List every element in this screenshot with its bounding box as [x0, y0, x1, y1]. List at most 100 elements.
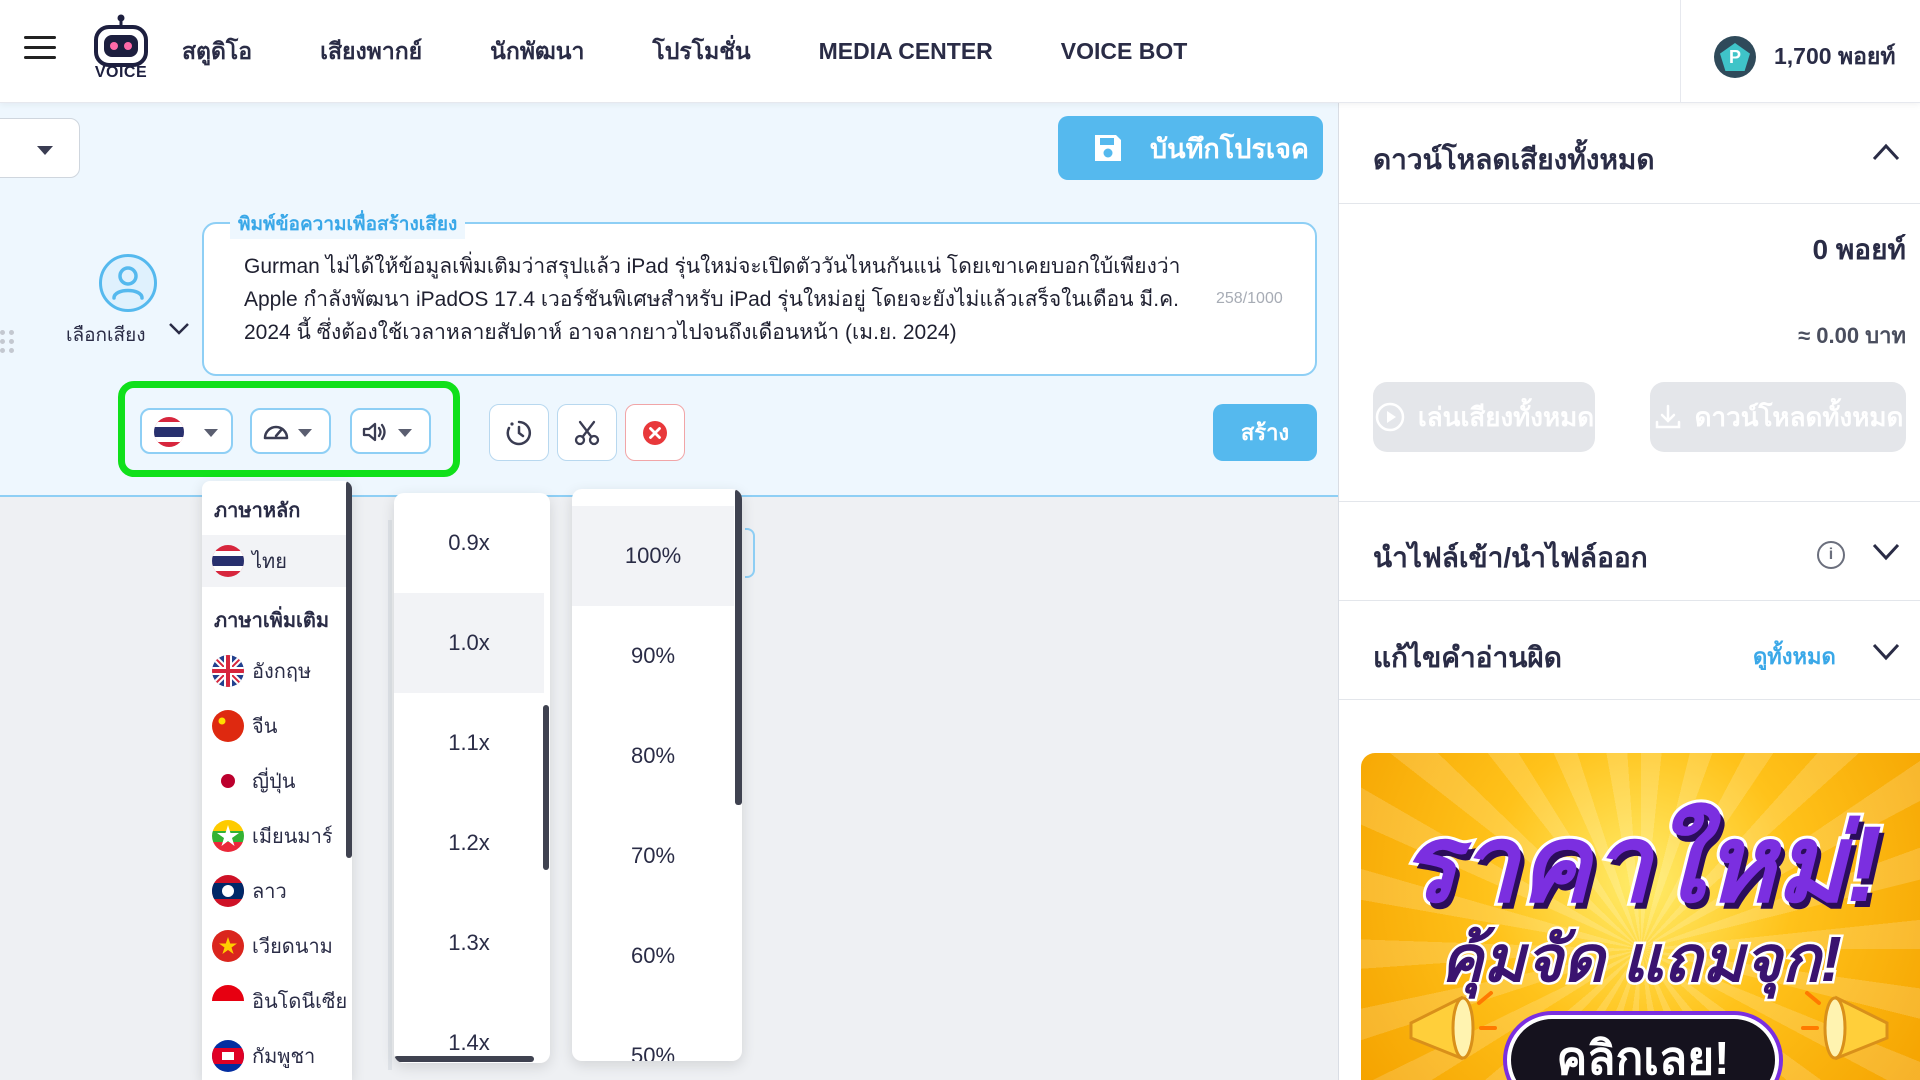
speed-option[interactable]: 1.4x: [394, 993, 544, 1063]
volume-option-selected[interactable]: 100%: [572, 506, 734, 606]
volume-option[interactable]: 90%: [572, 606, 734, 706]
myanmar-flag-icon: [212, 820, 244, 852]
speed-option[interactable]: 1.2x: [394, 793, 544, 893]
text-input-legend: พิมพ์ข้อความเพื่อสร้างเสียง: [230, 209, 466, 239]
download-all-button[interactable]: ดาวน์โหลดทั้งหมด: [1650, 382, 1906, 452]
caret-down-icon: [398, 429, 412, 437]
language-option-chinese[interactable]: จีน: [202, 700, 346, 752]
language-option-label: อินโดนีเซีย: [252, 991, 348, 1013]
nav-item-voice-bot[interactable]: VOICE BOT: [1061, 38, 1188, 65]
language-option-label: ลาว: [252, 881, 287, 903]
user-avatar-icon: [98, 254, 157, 312]
volume-option[interactable]: 50%: [572, 1006, 734, 1061]
language-option-indonesian[interactable]: อินโดนีเซีย: [202, 975, 348, 1027]
import-export-title[interactable]: นำไฟล์เข้า/นำไฟล์ออก: [1373, 536, 1648, 580]
character-count: 258/1000: [1216, 290, 1283, 307]
split-scissors-button[interactable]: [557, 404, 617, 461]
speed-option[interactable]: 0.9x: [394, 493, 544, 593]
primary-language-header: ภาษาหลัก: [214, 500, 301, 522]
volume-dropdown[interactable]: 100% 90% 80% 70% 60% 50%: [572, 489, 742, 1061]
language-option-japanese[interactable]: ญี่ปุ่น: [202, 755, 346, 807]
chevron-down-icon[interactable]: [1872, 543, 1900, 561]
speed-dropdown[interactable]: 0.9x 1.0x 1.1x 1.2x 1.3x 1.4x: [394, 493, 550, 1063]
view-all-link[interactable]: ดูทั้งหมด: [1753, 639, 1836, 674]
language-dropdown[interactable]: ภาษาหลัก ไทย ภาษาเพิ่มเติม อังกฤษ จีน ญี…: [202, 481, 352, 1080]
logo-text: VOICE: [94, 64, 148, 81]
banner-cta-button[interactable]: คลิกเลย!: [1507, 1015, 1779, 1080]
play-all-button[interactable]: เล่นเสียงทั้งหมด: [1373, 382, 1595, 452]
china-flag-icon: [212, 710, 244, 742]
language-option-label: อังกฤษ: [252, 661, 312, 683]
delete-block-button[interactable]: [625, 404, 685, 461]
save-project-button[interactable]: บันทึกโปรเจค: [1058, 116, 1323, 180]
divider: [1339, 600, 1920, 601]
language-option-label: กัมพูชา: [252, 1046, 316, 1068]
language-option-english[interactable]: อังกฤษ: [202, 645, 346, 697]
pause-timer-button[interactable]: [489, 404, 549, 461]
volume-option[interactable]: 70%: [572, 806, 734, 906]
text-input-content[interactable]: Gurman ไม่ได้ให้ข้อมูลเพิ่มเติมว่าสรุปแล…: [244, 250, 1184, 349]
points-balance-text: 1,700 พอยท์: [1774, 43, 1896, 69]
volume-option[interactable]: 60%: [572, 906, 734, 1006]
nav-item-media-center[interactable]: MEDIA CENTER: [819, 38, 993, 65]
nav-item-promotion[interactable]: โปรโมชั่น: [652, 34, 750, 70]
project-select[interactable]: [0, 118, 80, 178]
hamburger-menu-icon[interactable]: [24, 36, 56, 62]
thai-flag-icon: [154, 417, 184, 447]
scissors-icon: [574, 420, 600, 445]
top-navbar: VOICE สตูดิโอ เสียงพากย์ นักพัฒนา โปรโมช…: [0, 0, 1920, 103]
text-line: Gurman ไม่ได้ให้ข้อมูลเพิ่มเติมว่าสรุปแล…: [244, 255, 1181, 278]
floppy-disk-icon: [1095, 135, 1121, 161]
speed-option[interactable]: 1.1x: [394, 693, 544, 793]
language-option-vietnamese[interactable]: เวียดนาม: [202, 920, 346, 972]
volume-option[interactable]: 80%: [572, 706, 734, 806]
timer-icon: [506, 420, 532, 445]
nav-item-developer[interactable]: นักพัฒนา: [490, 34, 584, 70]
promo-banner[interactable]: ราคาใหม่! คุ้มจัด แถมจุก! คลิกเลย!: [1361, 753, 1920, 1080]
divider: [1339, 699, 1920, 700]
drag-handle-icon[interactable]: [0, 330, 18, 356]
language-select-button[interactable]: [140, 408, 233, 454]
language-option-label: เมียนมาร์: [252, 826, 333, 848]
japan-flag-icon: [212, 765, 244, 797]
chevron-down-icon[interactable]: [1872, 643, 1900, 661]
dropdown-scrollbar[interactable]: [735, 489, 742, 805]
speed-select-button[interactable]: [250, 408, 331, 454]
megaphone-icon: [1801, 991, 1889, 1061]
divider: [1339, 501, 1920, 502]
vietnam-flag-icon: [212, 930, 244, 962]
voice-selector[interactable]: เลือกเสียง: [60, 250, 195, 346]
robot-logo-icon: [94, 14, 148, 67]
volume-select-button[interactable]: [350, 408, 431, 454]
speaker-volume-icon: [362, 422, 386, 442]
dropdown-horizontal-scrollbar[interactable]: [394, 1056, 534, 1062]
nav-item-studio[interactable]: สตูดิโอ: [182, 34, 252, 70]
language-option-lao[interactable]: ลาว: [202, 865, 346, 917]
points-balance[interactable]: 1,700 พอยท์: [1714, 36, 1896, 78]
language-option-thai[interactable]: ไทย: [202, 535, 346, 587]
language-option-khmer[interactable]: กัมพูชา: [202, 1030, 346, 1080]
close-circle-icon: [643, 420, 667, 445]
laos-flag-icon: [212, 875, 244, 907]
info-icon[interactable]: i: [1817, 541, 1845, 569]
create-audio-button[interactable]: สร้าง: [1213, 404, 1317, 461]
main-nav: สตูดิโอ เสียงพากย์ นักพัฒนา โปรโมชั่น ME…: [182, 0, 1255, 103]
logo[interactable]: VOICE: [88, 14, 154, 88]
megaphone-icon: [1409, 991, 1497, 1061]
language-option-label: ญี่ปุ่น: [252, 771, 296, 793]
chevron-up-icon[interactable]: [1872, 143, 1900, 161]
dropdown-scrollbar[interactable]: [543, 705, 549, 870]
language-option-label: จีน: [252, 716, 278, 738]
dropdown-shadow-edge: [745, 528, 755, 578]
download-all-label: ดาวน์โหลดทั้งหมด: [1694, 401, 1904, 432]
speed-option-selected[interactable]: 1.0x: [394, 593, 544, 693]
fix-reading-title[interactable]: แก้ไขคำอ่านผิด: [1373, 636, 1562, 680]
uk-flag-icon: [212, 655, 244, 687]
nav-item-voice-over[interactable]: เสียงพากย์: [320, 34, 422, 70]
thai-flag-icon: [212, 545, 244, 577]
extra-language-header: ภาษาเพิ่มเติม: [214, 610, 330, 632]
dropdown-scrollbar[interactable]: [346, 481, 352, 858]
speed-option[interactable]: 1.3x: [394, 893, 544, 993]
chevron-down-icon: [169, 323, 189, 335]
language-option-myanmar[interactable]: เมียนมาร์: [202, 810, 346, 862]
